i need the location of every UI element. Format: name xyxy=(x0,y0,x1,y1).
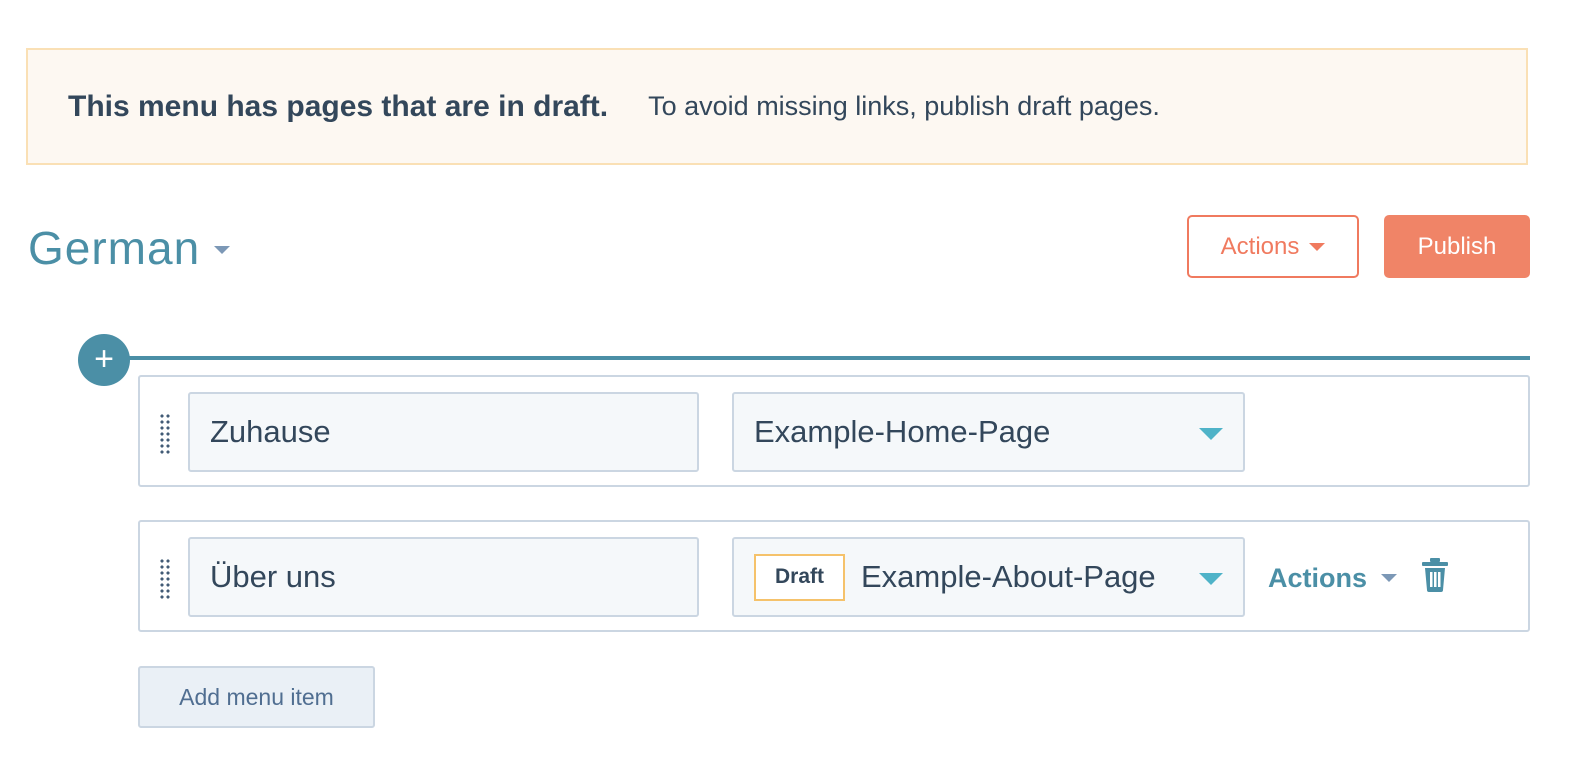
alert-title: This menu has pages that are in draft. xyxy=(68,89,609,123)
menu-item-row: Über uns Draft Example-About-Page Action… xyxy=(138,520,1530,632)
chevron-down-icon xyxy=(214,246,231,254)
caret-down-icon xyxy=(1309,242,1326,251)
draft-status-badge: Draft xyxy=(754,553,845,601)
add-item-plus-icon[interactable]: + xyxy=(78,334,130,386)
publish-button-label: Publish xyxy=(1417,232,1497,260)
language-selector[interactable]: German xyxy=(28,218,231,278)
actions-dropdown-button[interactable]: Actions xyxy=(1187,215,1359,278)
page-select-value: Example-About-Page xyxy=(861,559,1156,594)
menu-item-label-value: Über uns xyxy=(210,559,336,594)
actions-button-label: Actions xyxy=(1220,232,1300,260)
trash-icon[interactable] xyxy=(1422,558,1448,592)
caret-down-icon xyxy=(1381,574,1398,582)
language-label: German xyxy=(28,222,201,274)
page-select-value: Example-Home-Page xyxy=(754,414,1051,449)
row-actions-dropdown[interactable]: Actions xyxy=(1268,560,1398,596)
publish-button[interactable]: Publish xyxy=(1384,215,1530,278)
menu-item-label-value: Zuhause xyxy=(210,414,331,449)
page-select-dropdown[interactable]: Example-Home-Page xyxy=(732,392,1245,472)
drag-handle-icon[interactable] xyxy=(159,558,171,600)
page-select-dropdown[interactable]: Draft Example-About-Page xyxy=(732,537,1245,617)
drag-handle-icon[interactable] xyxy=(159,413,171,455)
caret-down-icon xyxy=(1199,573,1223,585)
caret-down-icon xyxy=(1199,428,1223,440)
menu-item-label-input[interactable]: Über uns xyxy=(188,537,699,617)
alert-message: To avoid missing links, publish draft pa… xyxy=(648,91,1160,121)
add-menu-item-button[interactable]: Add menu item xyxy=(138,666,375,728)
insert-indicator-line xyxy=(104,356,1530,360)
menu-item-row: Zuhause Example-Home-Page xyxy=(138,375,1530,487)
draft-alert-banner: This menu has pages that are in draft. T… xyxy=(26,48,1528,165)
add-menu-item-label: Add menu item xyxy=(179,683,334,710)
menu-item-label-input[interactable]: Zuhause xyxy=(188,392,699,472)
row-actions-label: Actions xyxy=(1268,562,1368,593)
